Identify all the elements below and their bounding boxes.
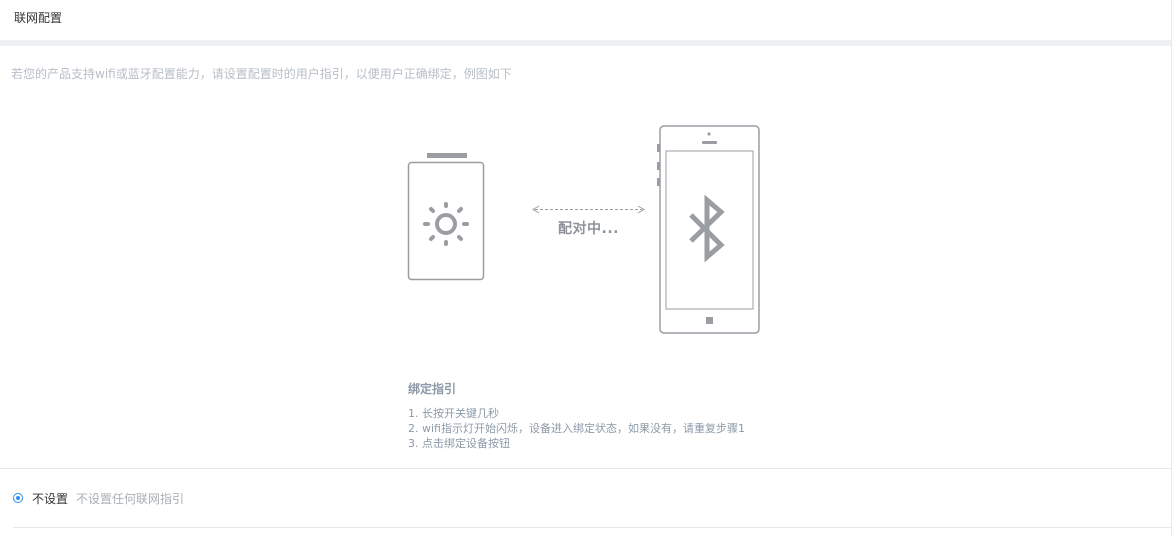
header-divider [0,40,1172,46]
guide-step: 2. wifi指示灯开始闪烁，设备进入绑定状态，如果没有，请重复步骤1 [408,422,745,435]
sun-icon [423,202,469,246]
radio-selected-dot [16,496,20,500]
page-title: 联网配置 [14,11,63,25]
binding-guide: 绑定指引 1. 长按开关键几秒 2. wifi指示灯开始闪烁，设备进入绑定状态，… [408,380,768,451]
option-no-setting[interactable]: 不设置 不设置任何联网指引 [13,489,184,507]
frame-border [1171,0,1172,536]
option-label: 不设置 [32,491,69,506]
pairing-illustration: 配对中... [400,118,770,343]
bluetooth-icon [689,194,725,263]
guide-step: 3. 点击绑定设备按钮 [408,437,510,450]
option-description: 不设置任何联网指引 [76,491,185,506]
pairing-status-text: 配对中... [558,221,619,237]
section-divider [0,468,1172,469]
radio-button[interactable] [13,493,23,503]
guide-step: 1. 长按开关键几秒 [408,407,499,420]
guide-title: 绑定指引 [408,382,457,396]
page-header: 联网配置 [0,0,1172,40]
section-divider-bottom [13,527,1172,528]
config-hint-text: 若您的产品支持wifi或蓝牙配置能力，请设置配置时的用户指引，以便用户正确绑定，… [11,67,512,81]
pairing-arrow [532,205,645,214]
